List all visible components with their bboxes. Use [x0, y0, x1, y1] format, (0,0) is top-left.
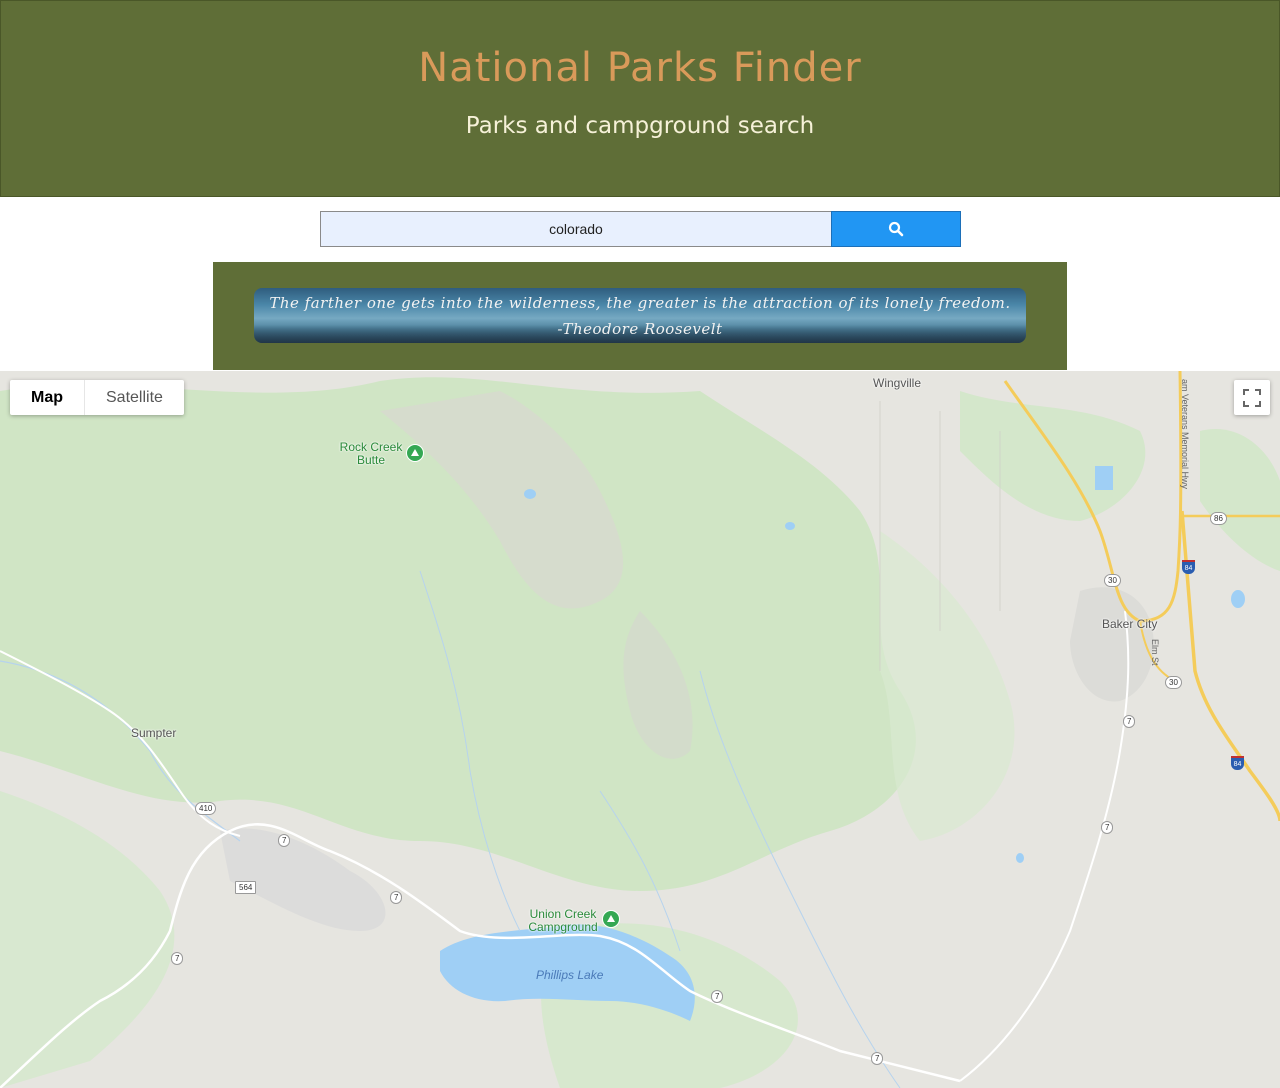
poi-union-creek-campground[interactable]: Union Creek Campground — [525, 908, 601, 934]
route-shield-564: 564 — [235, 881, 257, 894]
page-title: National Parks Finder — [418, 45, 862, 91]
campground-icon — [602, 910, 620, 928]
road-label-elm-st: Elm St — [1150, 639, 1160, 666]
route-shield-30: 30 — [1104, 574, 1121, 587]
map-terrain — [0, 371, 1280, 1088]
place-label-wingville: Wingville — [873, 376, 922, 390]
map-type-control: Map Satellite — [10, 380, 184, 415]
fullscreen-button[interactable] — [1234, 380, 1270, 415]
place-label-sumpter: Sumpter — [131, 726, 177, 740]
lake-label-phillips: Phillips Lake — [536, 968, 604, 982]
fullscreen-icon — [1243, 388, 1261, 407]
search-bar — [320, 211, 961, 247]
quote-section: The farther one gets into the wilderness… — [213, 262, 1067, 370]
search-button[interactable] — [831, 211, 961, 247]
poi-rock-creek-butte[interactable]: Rock Creek Butte — [336, 441, 406, 467]
search-icon — [888, 221, 904, 237]
page-header: National Parks Finder Parks and campgrou… — [0, 0, 1280, 197]
quote-banner: The farther one gets into the wilderness… — [254, 288, 1026, 343]
interstate-shield-84: 84 — [1231, 756, 1244, 770]
search-input[interactable] — [320, 211, 832, 247]
quote-text: The farther one gets into the wilderness… — [269, 294, 1011, 338]
route-shield-86: 86 — [1210, 512, 1227, 525]
interstate-shield-84: 84 — [1182, 560, 1195, 574]
route-shield-30: 30 — [1165, 676, 1182, 689]
mountain-icon — [406, 444, 424, 462]
map[interactable]: Map Satellite Wingville Baker City Sumpt… — [0, 371, 1280, 1088]
route-shield-410: 410 — [195, 802, 217, 815]
place-label-baker-city: Baker City — [1102, 617, 1158, 631]
road-label-veterans-hwy: am Veterans Memorial Hwy — [1180, 379, 1190, 490]
map-type-satellite-button[interactable]: Satellite — [85, 380, 184, 415]
map-type-map-button[interactable]: Map — [10, 380, 84, 415]
page-subtitle: Parks and campground search — [465, 113, 815, 139]
